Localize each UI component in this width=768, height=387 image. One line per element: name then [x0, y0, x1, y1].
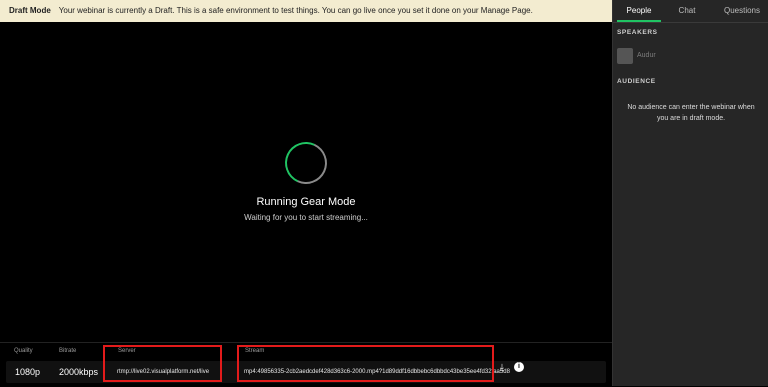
- tab-chat[interactable]: Chat: [665, 0, 709, 22]
- info-icon[interactable]: i: [514, 362, 524, 372]
- download-icon[interactable]: ⤓: [497, 362, 507, 372]
- tab-people[interactable]: People: [617, 0, 661, 22]
- tab-questions[interactable]: Questions: [717, 0, 767, 22]
- people-panel: People Chat Questions SPEAKERS Audur AUD…: [612, 0, 768, 386]
- stage-title: Running Gear Mode: [256, 196, 356, 208]
- speakers-heading: SPEAKERS: [617, 29, 658, 36]
- audience-heading: AUDIENCE: [617, 78, 656, 85]
- server-highlight-box: [103, 345, 222, 382]
- stage-subtitle: Waiting for you to start streaming...: [244, 213, 368, 222]
- avatar: [617, 48, 633, 64]
- active-tab-indicator: [617, 20, 661, 22]
- draft-mode-label: Draft Mode: [9, 6, 51, 15]
- quality-value: 1080p: [15, 367, 41, 377]
- quality-label: Quality: [14, 348, 33, 354]
- panel-tabs: People Chat Questions: [613, 0, 768, 23]
- speaker-name: Audur: [637, 52, 656, 59]
- bitrate-value: 2000kbps: [59, 367, 99, 377]
- draft-mode-banner: Draft Mode Your webinar is currently a Dr…: [0, 0, 612, 23]
- bitrate-label: Bitrate: [59, 348, 77, 354]
- audience-message: No audience can enter the webinar when y…: [627, 104, 755, 122]
- stream-highlight-box: [237, 345, 494, 382]
- draft-mode-message: Your webinar is currently a Draft. This …: [58, 6, 533, 15]
